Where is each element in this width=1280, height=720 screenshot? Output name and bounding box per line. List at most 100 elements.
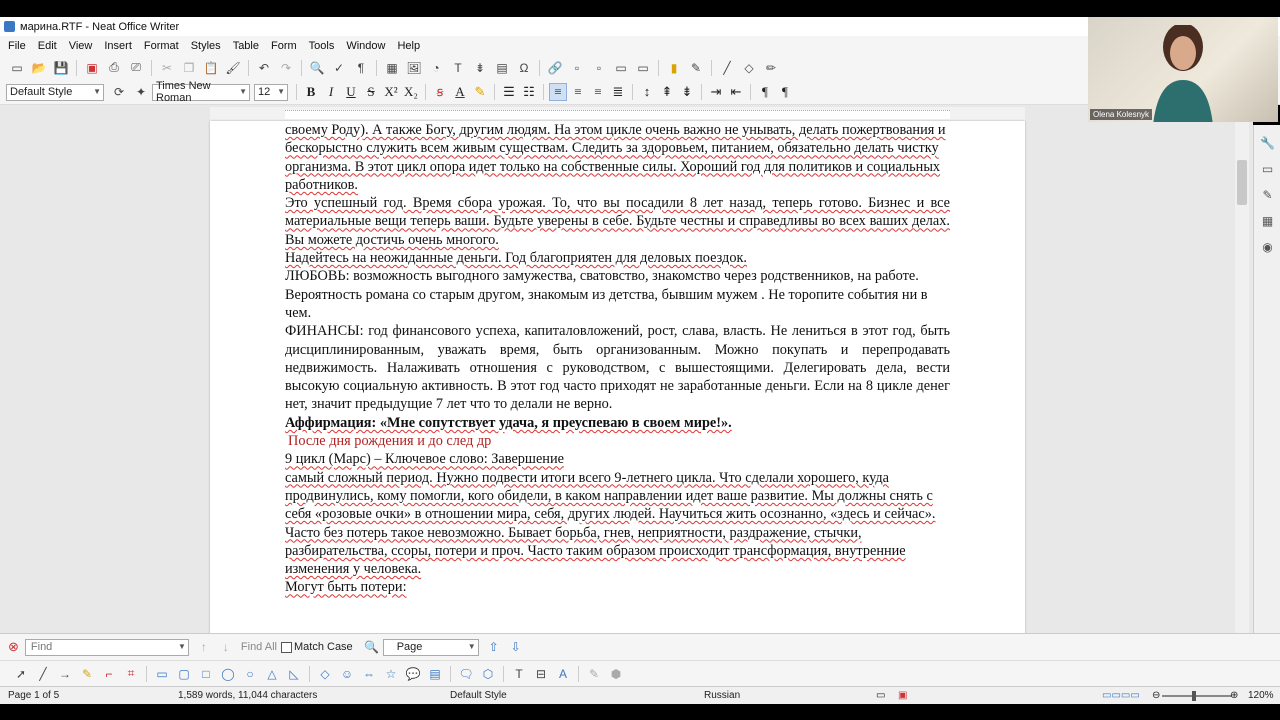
find-replace-dialog-icon[interactable]: 🔍 [364,639,380,655]
footnote-icon[interactable]: ▫ [569,60,585,76]
redo-icon[interactable]: ↷ [278,60,294,76]
find-previous-icon[interactable]: ↑ [196,639,212,655]
new-document-icon[interactable]: ▭ [9,60,25,76]
update-style-icon[interactable]: ⟳ [111,84,127,100]
find-next-icon[interactable]: ↓ [218,639,234,655]
document-page[interactable]: своему Роду). А также Богу, другим людям… [210,121,1025,633]
align-left-icon[interactable]: ≡ [549,83,567,101]
menu-edit[interactable]: Edit [32,40,63,52]
find-all-button[interactable]: Find All [241,641,277,653]
text-box-icon[interactable]: T [511,666,527,682]
rectangle-icon[interactable]: ▭ [154,666,170,682]
special-character-icon[interactable]: Ω [516,60,532,76]
block-arrow-icon[interactable]: ⇔ [361,666,377,682]
hyperlink-icon[interactable]: 🔗 [547,60,563,76]
smiley-icon[interactable]: ☺ [339,666,355,682]
insert-textbox-icon[interactable]: T [450,60,466,76]
draw-functions-icon[interactable]: ✏ [763,60,779,76]
properties-icon[interactable]: 🔧 [1260,135,1276,151]
scope-up-icon[interactable]: ⇧ [486,639,502,655]
clone-formatting-icon[interactable]: 🖌 [225,60,241,76]
square-icon[interactable]: □ [198,666,214,682]
spelling-icon[interactable]: ✓ [331,60,347,76]
callout-icon[interactable]: 💬 [405,666,421,682]
extrusion-icon[interactable]: ⬢ [608,666,624,682]
numbered-list-icon[interactable]: ☷ [520,83,538,101]
word-count[interactable]: 1,589 words, 11,044 characters [178,690,317,701]
insert-chart-icon[interactable]: ◔ [428,60,444,76]
superscript-icon[interactable]: X² [382,83,400,101]
select-icon[interactable]: ➚ [13,666,29,682]
increase-paragraph-spacing-icon[interactable]: ⇞ [658,83,676,101]
ellipse-icon[interactable]: ◯ [220,666,236,682]
gallery-icon[interactable]: ▦ [1260,213,1276,229]
zoom-slider-knob[interactable] [1192,691,1196,701]
flowchart-icon[interactable]: ▤ [427,666,443,682]
document-body[interactable]: своему Роду). А также Богу, другим людям… [285,121,950,597]
page-icon[interactable]: ▭ [1260,161,1276,177]
track-changes-icon[interactable]: ✎ [688,60,704,76]
language-indicator[interactable]: Russian [704,690,740,701]
scrollbar-thumb[interactable] [1237,160,1247,205]
page-style[interactable]: Default Style [450,690,507,701]
menu-styles[interactable]: Styles [185,40,227,52]
decrease-indent-icon[interactable]: ⇤ [727,83,745,101]
speech-bubble-icon[interactable]: 🗨 [458,666,474,682]
circle-icon[interactable]: ○ [242,666,258,682]
basic-shapes-icon[interactable]: ◇ [741,60,757,76]
close-find-icon[interactable]: ⊗ [8,639,19,655]
align-right-icon[interactable]: ≡ [589,83,607,101]
paste-icon[interactable]: 📋 [203,60,219,76]
bullet-list-icon[interactable]: ☰ [500,83,518,101]
underline-button[interactable]: U [342,83,360,101]
find-input[interactable]: ▼ [24,638,189,656]
undo-icon[interactable]: ↶ [256,60,272,76]
open-folder-icon[interactable]: 📂 [31,60,47,76]
zoom-slider-track[interactable] [1162,695,1232,697]
font-color-icon[interactable]: A [451,83,469,101]
cut-icon[interactable]: ✂ [159,60,175,76]
horizontal-ruler[interactable] [210,107,1025,122]
vertical-text-icon[interactable]: ⊟ [533,666,549,682]
justify-icon[interactable]: ≣ [609,83,627,101]
3d-object-icon[interactable]: ⬡ [480,666,496,682]
align-center-icon[interactable]: ≡ [569,83,587,101]
view-layout-icons[interactable]: ▭▭▭▭ [1102,690,1140,701]
insert-pagebreak-icon[interactable]: ⇟ [472,60,488,76]
zoom-level[interactable]: 120% [1248,690,1274,701]
points-icon[interactable]: ✎ [586,666,602,682]
page-indicator[interactable]: Page 1 of 5 [8,690,59,701]
menu-insert[interactable]: Insert [98,40,138,52]
formatting-marks-icon[interactable]: ¶ [353,60,369,76]
increase-indent-icon[interactable]: ⇥ [707,83,725,101]
polygon-icon[interactable]: ⌐ [101,666,117,682]
styles-icon[interactable]: ✎ [1260,187,1276,203]
search-scope-select[interactable]: Page ▼ [382,638,479,656]
menu-window[interactable]: Window [340,40,391,52]
menu-format[interactable]: Format [138,40,185,52]
bold-button[interactable]: B [302,83,320,101]
highlight-color-icon[interactable]: ✎ [471,83,489,101]
zoom-out-icon[interactable]: ⊖ [1152,690,1160,701]
scope-down-icon[interactable]: ⇩ [508,639,524,655]
rounded-rectangle-icon[interactable]: ▢ [176,666,192,682]
find-text-field[interactable] [28,640,173,654]
print-preview-icon[interactable]: ⎚ [128,60,144,76]
triangle-icon[interactable]: △ [264,666,280,682]
right-triangle-icon[interactable]: ◺ [286,666,302,682]
insert-image-icon[interactable]: 🖼 [406,60,422,76]
line-tool-icon[interactable]: ╱ [719,60,735,76]
match-case-checkbox[interactable] [280,641,292,653]
star-icon[interactable]: ☆ [383,666,399,682]
insert-field-icon[interactable]: ▤ [494,60,510,76]
selection-mode-icon[interactable]: ▭ [876,690,885,701]
fontwork-icon[interactable]: A [555,666,571,682]
arrow-line-icon[interactable]: → [57,666,73,682]
paragraph-style-select[interactable]: Default Style ▼ [6,83,104,101]
endnote-icon[interactable]: ▫ [591,60,607,76]
decrease-paragraph-spacing-icon[interactable]: ⇟ [678,83,696,101]
diamond-icon[interactable]: ◇ [317,666,333,682]
new-style-icon[interactable]: ✦ [133,84,149,100]
line-icon[interactable]: ╱ [35,666,51,682]
copy-icon[interactable]: ❐ [181,60,197,76]
